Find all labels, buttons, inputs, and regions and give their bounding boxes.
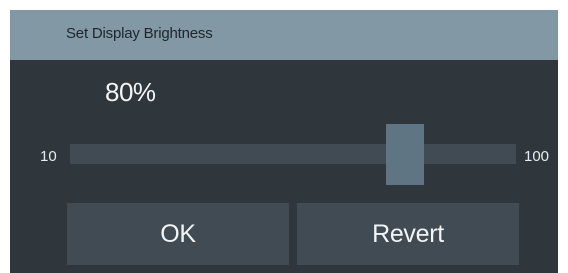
- slider-min-label: 10: [40, 148, 57, 165]
- brightness-dialog: Set Display Brightness 80% 10 100 OK Rev…: [10, 10, 558, 273]
- ok-button[interactable]: OK: [67, 203, 289, 265]
- dialog-title-bar: Set Display Brightness: [10, 10, 558, 60]
- brightness-slider-track[interactable]: [70, 144, 516, 164]
- brightness-value-readout: 80%: [105, 77, 156, 107]
- brightness-slider-thumb[interactable]: [386, 124, 424, 185]
- revert-button[interactable]: Revert: [297, 203, 519, 265]
- dialog-title: Set Display Brightness: [66, 25, 213, 42]
- slider-max-label: 100: [524, 148, 550, 165]
